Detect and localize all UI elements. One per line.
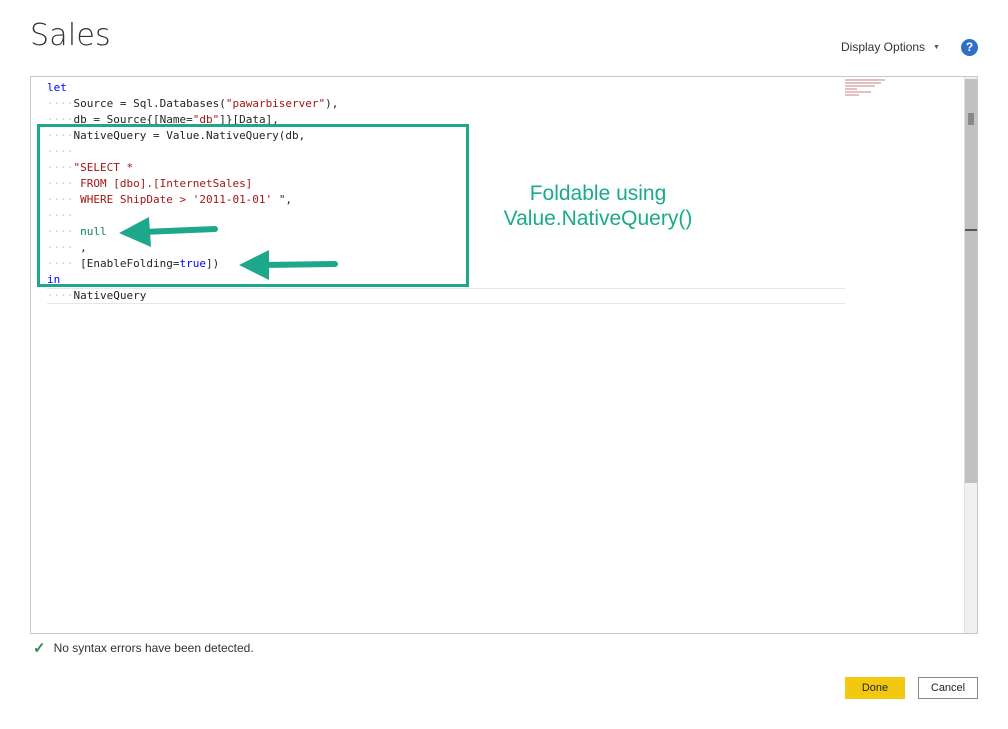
- display-options-label: Display Options: [841, 40, 926, 54]
- code-minimap[interactable]: [845, 79, 895, 109]
- scrollbar-marker: [968, 113, 974, 125]
- vertical-scrollbar[interactable]: [964, 77, 977, 633]
- help-icon[interactable]: ?: [961, 39, 978, 56]
- page-title: Sales: [30, 18, 111, 53]
- query-editor[interactable]: let ···· Source = Sql.Databases("pawarbise…: [30, 76, 978, 634]
- syntax-status: ✓ No syntax errors have been detected.: [33, 639, 254, 657]
- scrollbar-thumb[interactable]: [965, 79, 977, 483]
- status-message: No syntax errors have been detected.: [53, 641, 254, 655]
- cancel-button[interactable]: Cancel: [918, 677, 978, 699]
- checkmark-icon: ✓: [33, 640, 46, 657]
- caret-down-icon: ▼: [933, 44, 940, 51]
- annotation-arrows: [119, 217, 338, 280]
- display-options-dropdown[interactable]: Display Options ▼: [841, 40, 940, 54]
- done-button[interactable]: Done: [845, 677, 905, 699]
- arrow-to-enablefolding: [239, 250, 338, 280]
- arrow-to-null: [119, 217, 218, 247]
- scrollbar-cursor-marker: [965, 229, 977, 231]
